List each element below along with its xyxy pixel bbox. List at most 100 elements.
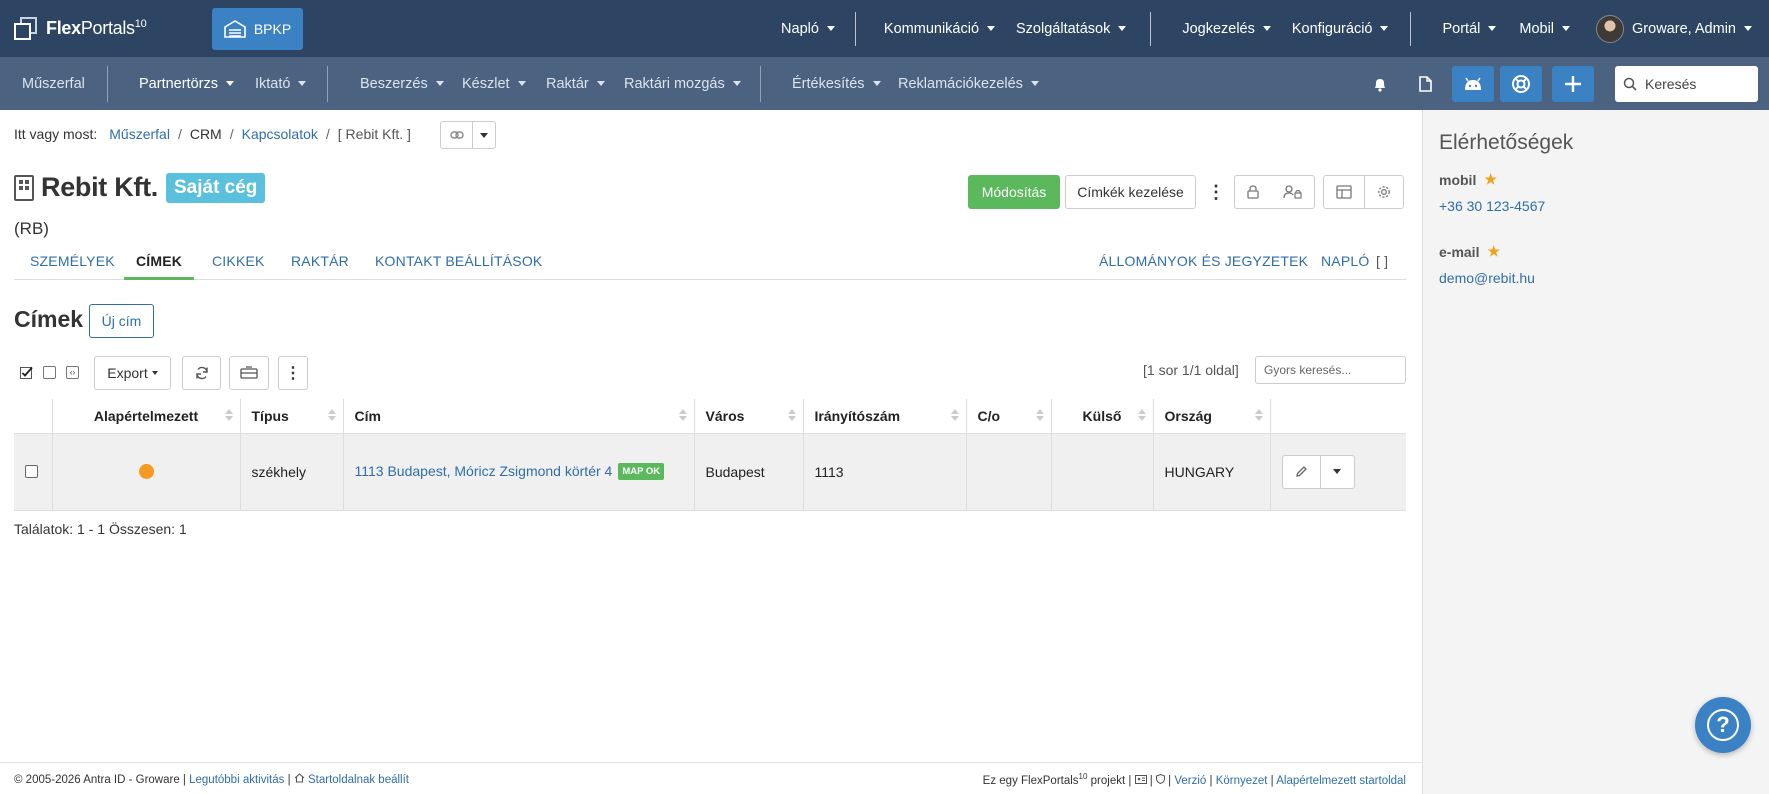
column-header[interactable]: Cím <box>343 399 695 434</box>
nav-raktari-mozgas[interactable]: Raktári mozgás <box>624 57 741 110</box>
help-button[interactable]: ? <box>1695 697 1751 753</box>
column-header[interactable]: C/o <box>966 399 1052 434</box>
caret-down-icon <box>298 81 307 86</box>
columns-icon[interactable] <box>229 356 269 390</box>
top-menus: Napló Kommunikáció Szolgáltatások Jogkez… <box>781 0 1769 57</box>
tab-kontakt-beallitasok[interactable]: KONTAKT BEÁLLÍTÁSOK <box>375 245 542 280</box>
column-header[interactable]: Típus <box>240 399 344 434</box>
nav-ertekesites[interactable]: Értékesítés <box>792 57 881 110</box>
bpkp-button[interactable]: BPKP <box>212 7 303 50</box>
export-button[interactable]: Export <box>94 356 171 390</box>
default-cell <box>52 433 241 510</box>
divider <box>760 66 761 102</box>
code-icon[interactable]: ‹› <box>66 366 79 379</box>
breadcrumb-kapcsolatok[interactable]: Kapcsolatok <box>242 126 318 142</box>
address-link[interactable]: 1113 Budapest, Móricz Zsigmond körtér 4 <box>355 463 613 479</box>
nav-muszerfal[interactable]: Műszerfal <box>22 57 85 110</box>
breadcrumb-muszerfal[interactable]: Műszerfal <box>109 126 170 142</box>
expand-icon[interactable]: [ ] <box>1376 245 1388 280</box>
more-vertical-icon[interactable]: ⋮ <box>1207 175 1225 209</box>
lock-icon[interactable] <box>1234 175 1272 209</box>
table-row[interactable]: székhely 1113 Budapest, Móricz Zsigmond … <box>14 433 1406 510</box>
menu-konfiguracio[interactable]: Konfiguráció <box>1292 21 1389 37</box>
user-menu[interactable]: Groware, Admin <box>1596 14 1752 43</box>
column-header[interactable]: Külső <box>1051 399 1154 434</box>
caret-down-icon <box>1030 81 1039 86</box>
tab-allomanyok-es-jegyzetek[interactable]: ÁLLOMÁNYOK ÉS JEGYZETEK <box>1099 245 1308 280</box>
link-icon[interactable] <box>441 122 473 148</box>
column-header[interactable]: Irányítószám <box>803 399 967 434</box>
tab-raktar[interactable]: RAKTÁR <box>291 245 349 280</box>
caret-down-icon <box>435 81 444 86</box>
menu-kommunikacio[interactable]: Kommunikáció <box>884 21 996 37</box>
menu-szolgaltatasok[interactable]: Szolgáltatások <box>1016 21 1127 37</box>
row-checkbox[interactable] <box>25 465 38 478</box>
caret-down-icon <box>151 371 158 375</box>
nav-raktar[interactable]: Raktár <box>546 57 605 110</box>
nav-reklamaciokezeles[interactable]: Reklamációkezelés <box>898 57 1039 110</box>
type-cell: székhely <box>240 433 344 510</box>
tab-cimek[interactable]: CÍMEK <box>124 245 195 280</box>
layout-icon[interactable] <box>1323 175 1365 209</box>
bell-icon[interactable] <box>1362 66 1398 102</box>
row-select[interactable] <box>14 433 53 510</box>
quick-search-input[interactable] <box>1255 356 1406 384</box>
caret-down-icon <box>1488 26 1497 31</box>
modify-button[interactable]: Módosítás <box>968 175 1060 209</box>
new-address-button[interactable]: Új cím <box>89 304 154 338</box>
pencil-icon[interactable] <box>1281 454 1321 489</box>
more-vertical-icon[interactable]: ⋮ <box>278 356 308 390</box>
brand[interactable]: FlexPortals10 <box>14 16 212 41</box>
zip-cell: 1113 <box>803 433 967 510</box>
recent-activity-link[interactable]: Legutóbbi aktivitás <box>189 774 284 786</box>
divider <box>327 66 328 102</box>
column-header[interactable]: Város <box>694 399 804 434</box>
caret-down-icon <box>1744 26 1752 31</box>
menu-naplo[interactable]: Napló <box>781 21 835 37</box>
project-prefix: Ez egy FlexPortals <box>982 774 1079 787</box>
tab-naplo[interactable]: NAPLÓ <box>1321 245 1369 280</box>
menu-mobil[interactable]: Mobil <box>1519 21 1571 37</box>
star-icon: ★ <box>1487 243 1501 259</box>
user-lock-icon[interactable] <box>1271 175 1315 209</box>
version-link[interactable]: Verzió <box>1174 775 1206 787</box>
caret-down-icon <box>1118 26 1127 31</box>
divider <box>1410 11 1412 46</box>
document-icon[interactable] <box>1407 66 1443 102</box>
tab-cikkek[interactable]: CIKKEK <box>212 245 265 280</box>
default-startpage-link[interactable]: Alapértelmezett startoldal <box>1276 775 1406 787</box>
environment-link[interactable]: Környezet <box>1216 775 1268 787</box>
nav-partnertorzs[interactable]: Partnertörzs <box>139 57 234 110</box>
caret-down-icon <box>1380 26 1389 31</box>
shield-icon[interactable] <box>1155 773 1165 787</box>
row-dropdown-toggle[interactable] <box>1320 454 1355 489</box>
id-card-icon[interactable] <box>1134 774 1147 787</box>
nav-iktato[interactable]: Iktató <box>255 57 307 110</box>
lifebuoy-icon[interactable] <box>1500 66 1542 102</box>
set-home-link[interactable]: Startoldalnak beállít <box>308 774 409 786</box>
column-header[interactable]: Ország <box>1153 399 1271 434</box>
search-input[interactable] <box>1645 76 1745 92</box>
menu-jogkezeles[interactable]: Jogkezelés <box>1182 21 1271 37</box>
android-icon[interactable] <box>1452 66 1494 102</box>
section-title: Címek <box>14 306 84 332</box>
footer-right: Ez egy FlexPortals10 projekt | | | Verzi… <box>982 772 1406 787</box>
link-dropdown-toggle[interactable] <box>473 122 495 148</box>
nav-beszerzes[interactable]: Beszerzés <box>360 57 444 110</box>
global-search[interactable] <box>1615 66 1758 102</box>
column-header[interactable]: Alapértelmezett <box>52 399 241 434</box>
contact-value-mobile[interactable]: +36 30 123-4567 <box>1439 198 1753 214</box>
breadcrumb-link-button[interactable] <box>440 121 496 149</box>
breadcrumb-prefix: Itt vagy most: <box>14 126 98 142</box>
tab-szemelyek[interactable]: SZEMÉLYEK <box>30 245 115 280</box>
check-all-icon[interactable] <box>20 366 33 379</box>
manage-labels-button[interactable]: Címkék kezelése <box>1065 175 1196 209</box>
menu-portal[interactable]: Portál <box>1442 21 1497 37</box>
gear-icon[interactable] <box>1364 175 1404 209</box>
uncheck-all-checkbox[interactable] <box>43 366 56 379</box>
plus-icon[interactable] <box>1552 66 1594 102</box>
contact-value-email[interactable]: demo@rebit.hu <box>1439 270 1753 286</box>
nav-keszlet[interactable]: Készlet <box>462 57 526 110</box>
sort-icon <box>327 409 336 423</box>
refresh-icon[interactable] <box>182 356 221 390</box>
